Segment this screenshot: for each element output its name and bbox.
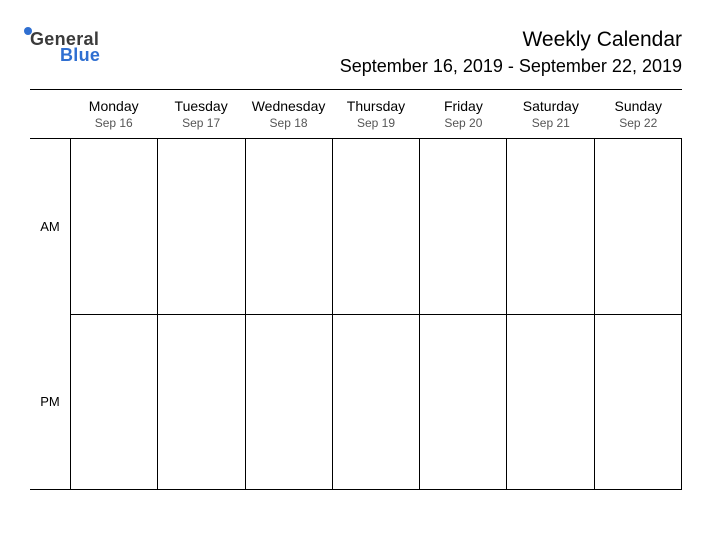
calendar-grid: Monday Sep 16 Tuesday Sep 17 Wednesday S… xyxy=(30,96,682,490)
title-block: Weekly Calendar September 16, 2019 - Sep… xyxy=(340,28,682,77)
header-divider xyxy=(30,89,682,90)
logo-text-blue: Blue xyxy=(60,46,100,64)
day-date: Sep 16 xyxy=(70,116,157,130)
day-name: Friday xyxy=(420,98,507,114)
day-header-wed: Wednesday Sep 18 xyxy=(245,96,332,138)
day-date: Sep 18 xyxy=(245,116,332,130)
day-name: Wednesday xyxy=(245,98,332,114)
cell-am-mon xyxy=(70,139,157,314)
cell-pm-tue xyxy=(157,315,244,489)
cell-am-tue xyxy=(157,139,244,314)
cells xyxy=(70,138,682,490)
logo: General Blue xyxy=(30,28,100,64)
cell-pm-sun xyxy=(594,315,681,489)
cell-am-thu xyxy=(332,139,419,314)
period-label-am: AM xyxy=(30,139,70,314)
day-header-thu: Thursday Sep 19 xyxy=(332,96,419,138)
day-date: Sep 20 xyxy=(420,116,507,130)
day-name: Sunday xyxy=(595,98,682,114)
day-name: Tuesday xyxy=(157,98,244,114)
cell-am-wed xyxy=(245,139,332,314)
day-header-sat: Saturday Sep 21 xyxy=(507,96,594,138)
row-am xyxy=(70,139,681,314)
period-label-pm: PM xyxy=(30,314,70,489)
day-date: Sep 22 xyxy=(595,116,682,130)
day-headers-row: Monday Sep 16 Tuesday Sep 17 Wednesday S… xyxy=(70,96,682,138)
cell-pm-thu xyxy=(332,315,419,489)
grid-body: AM PM xyxy=(30,138,682,490)
logo-dot-icon xyxy=(24,27,32,35)
day-name: Saturday xyxy=(507,98,594,114)
day-date: Sep 19 xyxy=(332,116,419,130)
cell-pm-sat xyxy=(506,315,593,489)
cell-am-sat xyxy=(506,139,593,314)
row-pm xyxy=(70,314,681,489)
date-range: September 16, 2019 - September 22, 2019 xyxy=(340,56,682,77)
day-header-fri: Friday Sep 20 xyxy=(420,96,507,138)
day-date: Sep 17 xyxy=(157,116,244,130)
day-name: Thursday xyxy=(332,98,419,114)
cell-pm-wed xyxy=(245,315,332,489)
cell-am-sun xyxy=(594,139,681,314)
day-header-sun: Sunday Sep 22 xyxy=(595,96,682,138)
page-title: Weekly Calendar xyxy=(340,28,682,52)
cell-pm-fri xyxy=(419,315,506,489)
period-labels: AM PM xyxy=(30,138,70,490)
day-header-tue: Tuesday Sep 17 xyxy=(157,96,244,138)
calendar-page: General Blue Weekly Calendar September 1… xyxy=(0,0,712,520)
cell-am-fri xyxy=(419,139,506,314)
header: General Blue Weekly Calendar September 1… xyxy=(30,28,682,77)
day-date: Sep 21 xyxy=(507,116,594,130)
day-header-mon: Monday Sep 16 xyxy=(70,96,157,138)
cell-pm-mon xyxy=(70,315,157,489)
day-name: Monday xyxy=(70,98,157,114)
